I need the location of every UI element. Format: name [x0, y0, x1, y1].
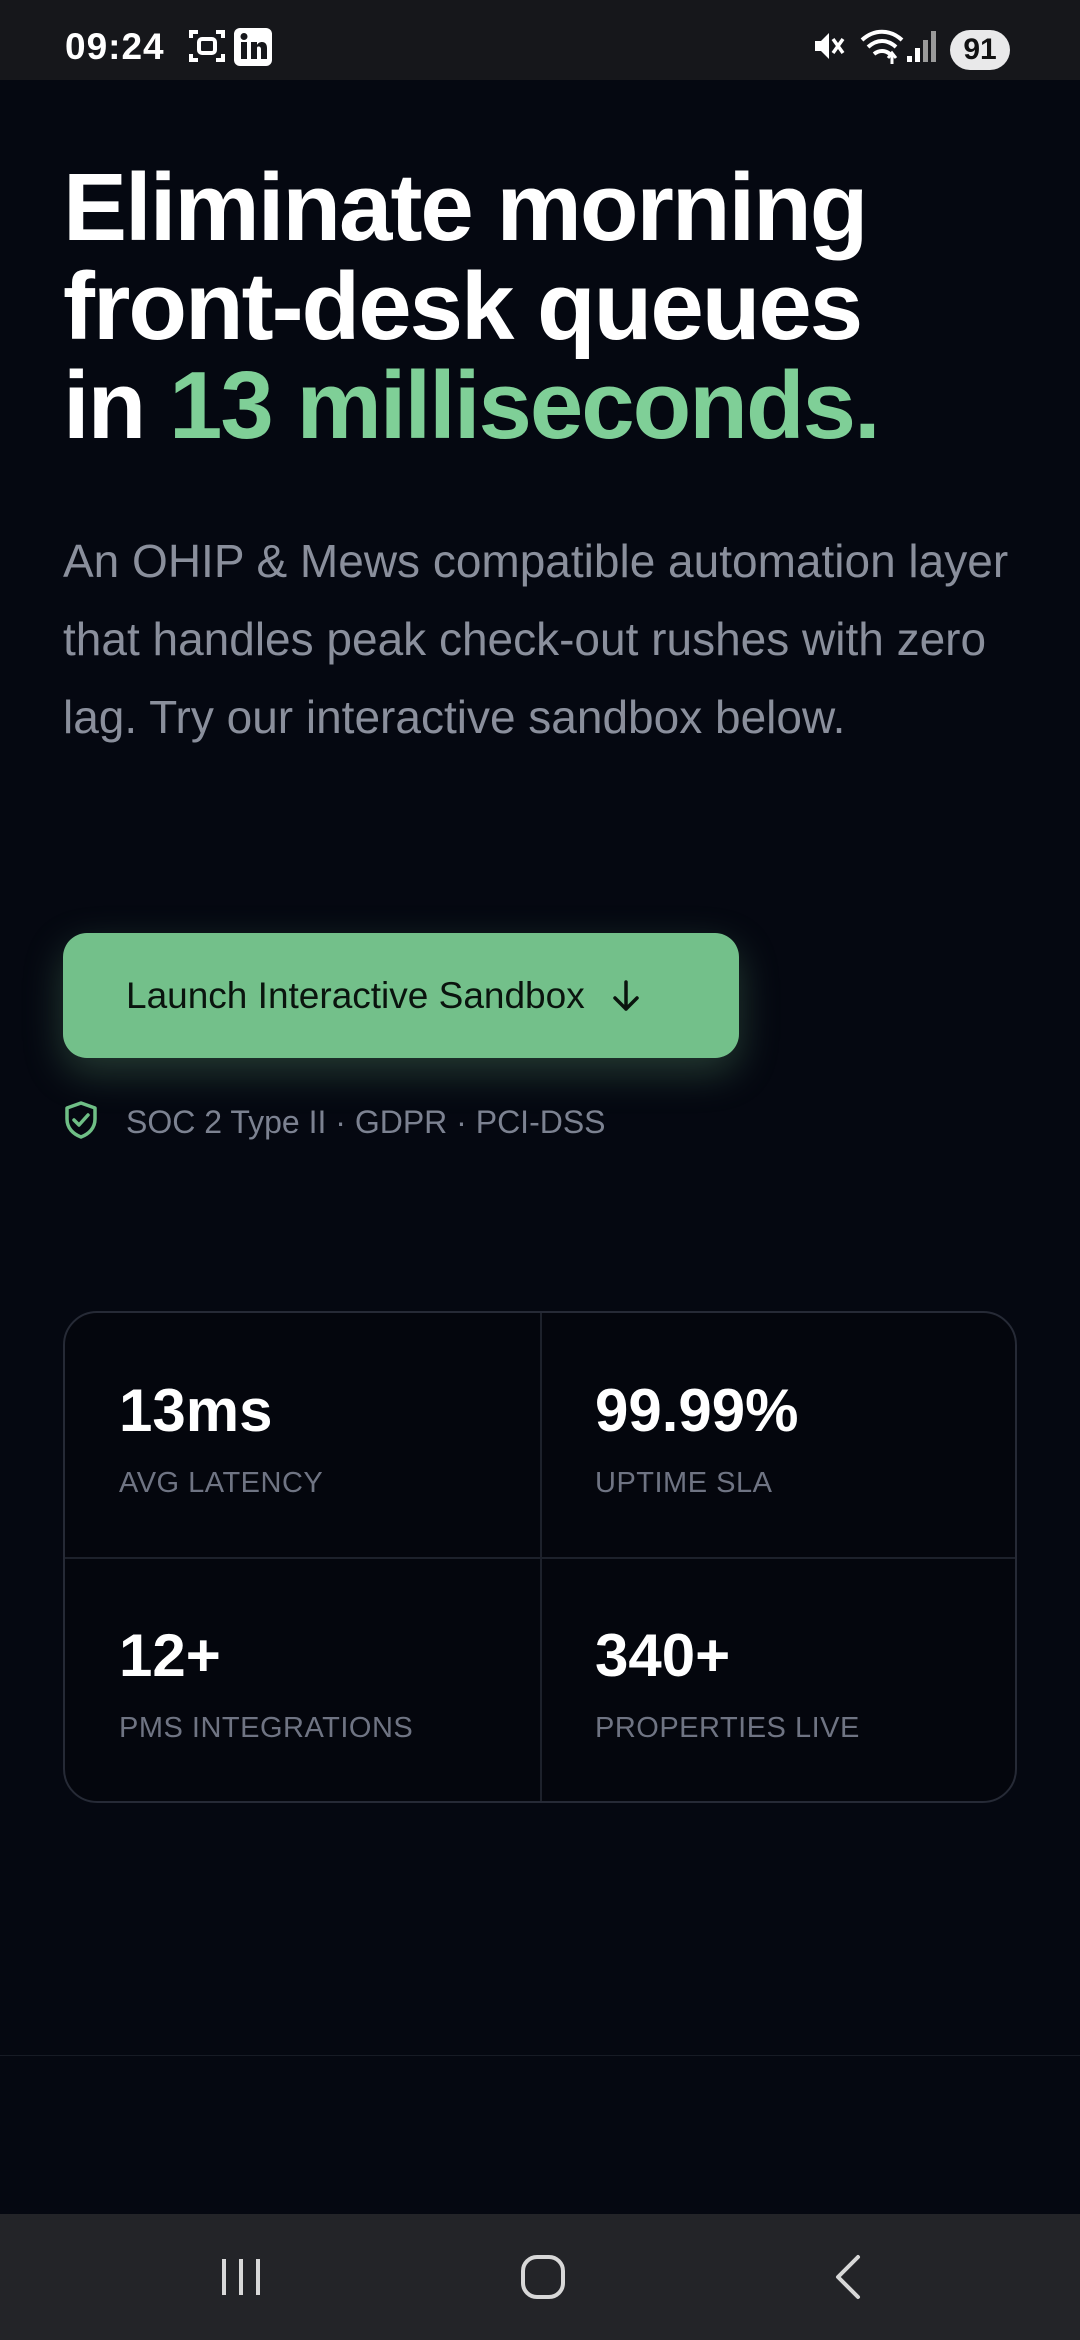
headline-line-2: front-desk queues — [63, 253, 863, 360]
status-bar: 09:24 91 — [0, 0, 1080, 80]
section-divider — [0, 2055, 1080, 2056]
linkedin-icon — [234, 28, 272, 66]
home-icon[interactable] — [520, 2254, 566, 2303]
battery-indicator: 91 — [950, 30, 1010, 70]
headline-prefix: in — [63, 352, 169, 459]
stat-value: 340+ — [595, 1622, 731, 1689]
stat-value: 99.99% — [595, 1377, 799, 1444]
signal-icon — [907, 31, 936, 62]
recent-apps-icon[interactable] — [218, 2254, 264, 2303]
status-time: 09:24 — [65, 26, 165, 67]
stats-divider-horizontal — [65, 1557, 1015, 1559]
stat-label: UPTIME SLA — [595, 1467, 773, 1499]
stat-value: 12+ — [119, 1622, 221, 1689]
compliance-text: SOC 2 Type II · GDPR · PCI-DSS — [126, 1103, 606, 1140]
stat-label: PROPERTIES LIVE — [595, 1712, 860, 1744]
stat-label: AVG LATENCY — [119, 1467, 324, 1499]
mute-icon — [815, 33, 845, 59]
stat-value: 13ms — [119, 1377, 273, 1444]
compliance-badges: SOC 2 Type II · GDPR · PCI-DSS — [63, 1100, 606, 1144]
hero-headline: Eliminate morning front-desk queues in 1… — [63, 158, 1043, 455]
back-icon[interactable] — [826, 2254, 872, 2303]
stat-label: PMS INTEGRATIONS — [119, 1712, 414, 1744]
headline-accent: 13 milliseconds. — [168, 352, 881, 459]
wifi-icon — [860, 29, 904, 64]
stat-integrations: 12+ PMS INTEGRATIONS — [119, 1626, 413, 1745]
arrow-down-icon — [611, 979, 641, 1013]
launch-sandbox-label: Launch Interactive Sandbox — [126, 974, 585, 1016]
system-nav-bar — [0, 2214, 1080, 2340]
hero-subtext: An OHIP & Mews compatible automation lay… — [63, 535, 1009, 743]
headline-line-1: Eliminate morning — [63, 154, 868, 261]
launch-sandbox-button[interactable]: Launch Interactive Sandbox — [63, 933, 739, 1058]
stats-grid: 13ms AVG LATENCY 99.99% UPTIME SLA 12+ P… — [63, 1311, 1017, 1803]
screenshot-icon — [189, 30, 225, 62]
stat-latency: 13ms AVG LATENCY — [119, 1381, 323, 1500]
stat-uptime: 99.99% UPTIME SLA — [595, 1381, 799, 1500]
stat-properties: 340+ PROPERTIES LIVE — [595, 1626, 860, 1745]
shield-check-icon — [63, 1100, 99, 1145]
